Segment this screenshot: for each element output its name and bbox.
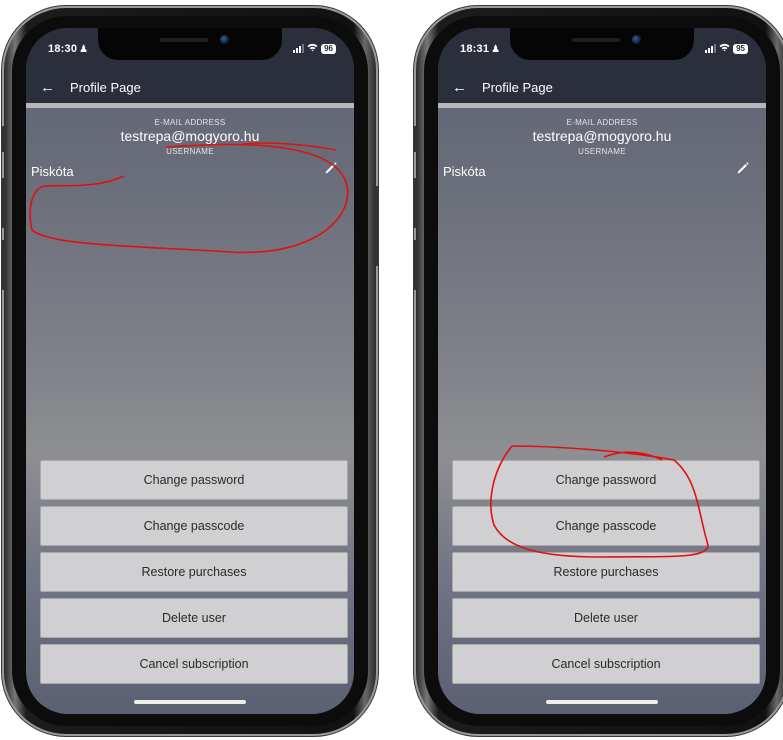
system-icons: 95 — [705, 43, 748, 54]
volume-down-button — [413, 240, 417, 290]
restore-purchases-button[interactable]: Restore purchases — [40, 552, 348, 592]
username-label: USERNAME — [166, 147, 214, 156]
volume-up-button — [413, 178, 417, 228]
pencil-edit-icon[interactable] — [324, 161, 338, 180]
username-row: Piskóta — [26, 158, 354, 184]
person-icon: ♟ — [79, 44, 89, 55]
signal-icon — [705, 44, 717, 53]
app-bar: ← Profile Page — [438, 72, 766, 108]
change-password-button[interactable]: Change password — [452, 460, 760, 500]
username-row: Piskóta — [438, 158, 766, 184]
notch — [98, 28, 282, 60]
delete-user-button[interactable]: Delete user — [40, 598, 348, 638]
mute-switch — [1, 126, 5, 152]
pencil-edit-icon[interactable] — [736, 161, 750, 180]
back-arrow-icon[interactable]: ← — [452, 79, 472, 96]
home-indicator[interactable] — [546, 700, 658, 704]
change-password-button[interactable]: Change password — [40, 460, 348, 500]
phone-screen: 18:31 ♟ 95 ← Profile Page E-MAIL ADDRESS … — [438, 28, 766, 714]
email-value: testrepa@mogyoro.hu — [120, 128, 260, 144]
change-passcode-button[interactable]: Change passcode — [40, 506, 348, 546]
profile-section: E-MAIL ADDRESS testrepa@mogyoro.hu USERN… — [26, 118, 354, 184]
home-indicator[interactable] — [134, 700, 246, 704]
email-value: testrepa@mogyoro.hu — [532, 128, 672, 144]
back-arrow-icon[interactable]: ← — [40, 79, 60, 96]
username-value: Piskóta — [443, 164, 486, 179]
battery-icon: 95 — [733, 43, 748, 54]
person-icon: ♟ — [491, 44, 501, 55]
status-bar: 18:31 ♟ 95 — [438, 28, 766, 72]
system-icons: 96 — [293, 43, 336, 54]
app-bar: ← Profile Page — [26, 72, 354, 108]
cancel-subscription-button[interactable]: Cancel subscription — [40, 644, 348, 684]
phone-frame-left: 18:30 ♟ 96 ← Profile Page E-MAIL ADDRESS … — [1, 8, 379, 734]
status-bar: 18:30 ♟ 96 — [26, 28, 354, 72]
camera — [220, 35, 229, 44]
power-button — [375, 186, 379, 266]
mute-switch — [413, 126, 417, 152]
speaker — [572, 38, 620, 42]
change-passcode-button[interactable]: Change passcode — [452, 506, 760, 546]
phone-screen: 18:30 ♟ 96 ← Profile Page E-MAIL ADDRESS … — [26, 28, 354, 714]
volume-up-button — [1, 178, 5, 228]
username-value: Piskóta — [31, 164, 74, 179]
battery-icon: 96 — [321, 43, 336, 54]
speaker — [160, 38, 208, 42]
delete-user-button[interactable]: Delete user — [452, 598, 760, 638]
username-label: USERNAME — [578, 147, 626, 156]
profile-section: E-MAIL ADDRESS testrepa@mogyoro.hu USERN… — [438, 118, 766, 184]
action-buttons: Change password Change passcode Restore … — [40, 460, 348, 684]
signal-icon — [293, 44, 305, 53]
status-time: 18:30 ♟ — [48, 43, 89, 55]
email-label: E-MAIL ADDRESS — [154, 118, 226, 127]
email-label: E-MAIL ADDRESS — [566, 118, 638, 127]
cancel-subscription-button[interactable]: Cancel subscription — [452, 644, 760, 684]
notch — [510, 28, 694, 60]
status-time: 18:31 ♟ — [460, 43, 501, 55]
page-title: Profile Page — [70, 80, 141, 95]
camera — [632, 35, 641, 44]
wifi-icon — [307, 43, 318, 54]
phone-frame-right: 18:31 ♟ 95 ← Profile Page E-MAIL ADDRESS … — [413, 8, 783, 734]
action-buttons: Change password Change passcode Restore … — [452, 460, 760, 684]
page-title: Profile Page — [482, 80, 553, 95]
restore-purchases-button[interactable]: Restore purchases — [452, 552, 760, 592]
volume-down-button — [1, 240, 5, 290]
wifi-icon — [719, 43, 730, 54]
